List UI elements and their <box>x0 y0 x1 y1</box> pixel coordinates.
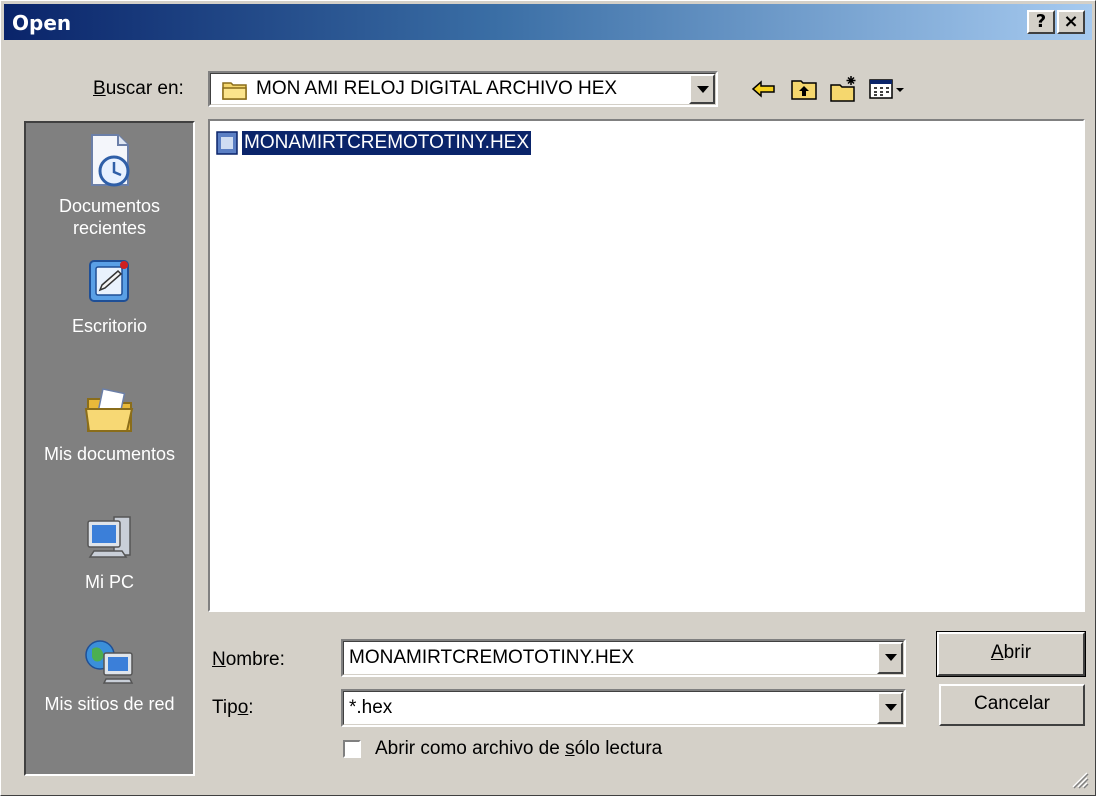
filename-input[interactable]: MONAMIRTCREMOTOTINY.HEX <box>341 639 906 677</box>
cancel-button[interactable]: Cancelar <box>939 684 1085 726</box>
place-network-places[interactable]: Mis sitios de red <box>26 633 193 715</box>
recent-documents-icon <box>90 134 129 187</box>
filename-label: Nombre: <box>212 649 285 670</box>
dialog-title: Open <box>12 11 72 35</box>
my-documents-icon <box>84 388 133 432</box>
place-recent-documents[interactable]: Documentos recientes <box>26 131 193 239</box>
list-item[interactable]: MONAMIRTCREMOTOTINY.HEX <box>216 130 533 156</box>
filetype-select[interactable]: *.hex <box>341 689 906 727</box>
help-button[interactable]: ? <box>1027 10 1055 34</box>
file-name: MONAMIRTCREMOTOTINY.HEX <box>240 130 533 156</box>
my-computer-icon <box>86 516 131 558</box>
lookin-combo[interactable]: MON AMI RELOJ DIGITAL ARCHIVO HEX <box>208 71 718 107</box>
filename-dropdown-button[interactable] <box>877 642 903 674</box>
open-dialog: Open ? × Buscar en: MON AMI RELOJ DIGITA… <box>0 0 1096 796</box>
lookin-value: MON AMI RELOJ DIGITAL ARCHIVO HEX <box>256 78 618 99</box>
filetype-value: *.hex <box>349 697 393 718</box>
close-button[interactable]: × <box>1057 10 1085 34</box>
new-folder-icon[interactable] <box>829 74 859 104</box>
place-my-computer[interactable]: Mi PC <box>26 511 193 593</box>
filename-value: MONAMIRTCREMOTOTINY.HEX <box>349 647 635 668</box>
folder-icon <box>222 82 247 100</box>
filetype-label: Tipo: <box>212 697 254 718</box>
open-button[interactable]: Abrir <box>936 631 1086 677</box>
readonly-checkbox[interactable] <box>343 740 361 758</box>
lookin-label: Buscar en: <box>93 78 184 99</box>
desktop-icon <box>88 260 129 302</box>
view-menu-icon[interactable] <box>867 74 907 104</box>
network-places-icon <box>84 640 133 684</box>
back-icon[interactable] <box>749 74 779 104</box>
place-desktop[interactable]: Escritorio <box>26 255 193 337</box>
filetype-dropdown-button[interactable] <box>877 692 903 724</box>
file-list[interactable]: MONAMIRTCREMOTOTINY.HEX <box>208 119 1085 612</box>
up-folder-icon[interactable] <box>789 74 819 104</box>
lookin-dropdown-button[interactable] <box>689 74 715 104</box>
resize-grip-icon[interactable] <box>1069 769 1089 789</box>
place-my-documents[interactable]: Mis documentos <box>26 383 193 465</box>
readonly-label[interactable]: Abrir como archivo de sólo lectura <box>375 738 662 760</box>
title-bar[interactable]: Open ? × <box>4 4 1092 40</box>
hex-file-icon <box>216 131 238 155</box>
places-bar: Documentos recientes Escritorio Mis docu… <box>24 121 195 776</box>
